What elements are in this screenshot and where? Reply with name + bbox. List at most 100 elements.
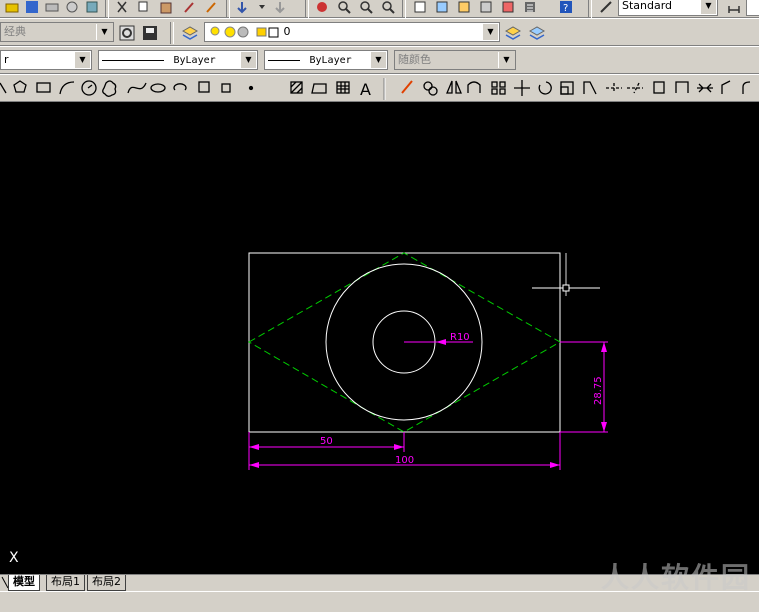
copy-clip-icon[interactable] — [134, 0, 154, 17]
chamfer-icon — [721, 80, 731, 94]
insert-block-icon — [198, 81, 210, 93]
half-width-label: 50 — [320, 436, 333, 447]
ucs-x-axis-label: X — [9, 550, 19, 566]
workspace-layer-toolbar: 经典 ▼ 0 ▼ — [0, 18, 759, 46]
undo-icon[interactable] — [232, 0, 252, 17]
sheet-set-icon[interactable] — [476, 0, 496, 17]
text-style-icon[interactable] — [596, 0, 616, 17]
ellipse-icon — [150, 83, 166, 93]
arc-icon — [59, 81, 75, 95]
offset-icon — [467, 81, 481, 93]
join-icon — [697, 83, 713, 93]
height-label: 28.75 — [593, 376, 604, 405]
color-control-select[interactable]: r ▼ — [0, 50, 92, 70]
dimension-style-select[interactable] — [746, 0, 759, 16]
plot-style-value: 随颜色 — [398, 53, 431, 66]
make-object-layer-current-icon[interactable] — [503, 23, 523, 43]
cut-icon[interactable] — [112, 0, 132, 17]
linetype-control-select[interactable]: ByLayer ▼ — [98, 50, 258, 70]
watermark: 人人软件园 — [600, 561, 751, 594]
workspace-select[interactable]: 经典 ▼ — [0, 22, 114, 42]
svg-text:?: ? — [563, 3, 568, 14]
lineweight-control-select[interactable]: ByLayer ▼ — [264, 50, 388, 70]
print-icon[interactable] — [42, 0, 62, 17]
copy-icon — [423, 81, 433, 91]
pan-realtime-icon[interactable] — [312, 0, 332, 17]
drawing-canvas[interactable]: R10 28.75 50 100 — [0, 102, 759, 574]
tab-layout1[interactable]: 布局1 — [46, 575, 85, 591]
rectangle-icon — [36, 82, 51, 93]
array-icon — [491, 81, 498, 88]
help-icon[interactable]: ? — [556, 0, 576, 17]
chevron-down-icon[interactable]: ▼ — [240, 52, 256, 68]
block-editor-icon[interactable] — [202, 0, 222, 17]
standard-toolbar: ? Standard ▼ — [0, 0, 759, 18]
chevron-down-icon[interactable]: ▼ — [482, 24, 498, 40]
construction-line-icon — [0, 82, 7, 94]
multiline-text-icon: A — [360, 80, 371, 99]
plot-preview-icon[interactable] — [62, 0, 82, 17]
color-value: r — [4, 53, 9, 66]
layer-previous-icon[interactable] — [527, 23, 547, 43]
tab-layout2[interactable]: 布局2 — [87, 575, 126, 591]
save-icon[interactable] — [22, 0, 42, 17]
chevron-down-icon[interactable]: ▼ — [370, 52, 386, 68]
ellipse-arc-icon — [173, 83, 187, 91]
lineweight-value: ByLayer — [309, 55, 352, 66]
match-properties-icon[interactable] — [180, 0, 200, 17]
lineweight-preview — [268, 59, 300, 61]
fillet-icon — [742, 81, 751, 94]
polygon-icon — [13, 80, 27, 93]
make-block-icon — [221, 83, 231, 93]
scale-icon — [560, 81, 574, 95]
zoom-previous-icon[interactable] — [378, 0, 398, 17]
save-workspace-icon[interactable] — [140, 23, 160, 43]
rotate-icon — [538, 81, 552, 95]
tool-palettes-icon[interactable] — [454, 0, 474, 17]
linetype-preview — [102, 59, 164, 61]
chevron-down-icon[interactable]: ▼ — [96, 24, 112, 40]
chevron-down-icon[interactable]: ▼ — [74, 52, 90, 68]
undo-dropdown-icon[interactable] — [252, 0, 272, 17]
workspace-settings-icon[interactable] — [117, 23, 137, 43]
publish-icon[interactable] — [82, 0, 102, 17]
design-center-icon[interactable] — [432, 0, 452, 17]
erase-icon — [401, 80, 413, 94]
redo-icon[interactable] — [270, 0, 290, 17]
quickcalc-icon[interactable] — [520, 0, 540, 17]
properties-icon[interactable] — [410, 0, 430, 17]
table-icon — [336, 81, 350, 94]
trim-icon — [606, 83, 622, 93]
open-icon[interactable] — [2, 0, 22, 17]
point-icon — [248, 85, 254, 91]
move-icon — [514, 80, 530, 96]
extend-icon — [627, 82, 643, 94]
dimension-style-icon[interactable] — [724, 0, 744, 17]
full-width-label: 100 — [395, 455, 414, 466]
layer-properties-icon[interactable] — [180, 23, 200, 43]
text-style-value: Standard — [622, 0, 673, 12]
text-style-select[interactable]: Standard ▼ — [618, 0, 718, 16]
plot-style-select[interactable]: 随颜色 ▼ — [394, 50, 516, 70]
radius-label: R10 — [450, 332, 470, 343]
draw-modify-toolbar: A — [0, 74, 759, 102]
break-at-point-icon — [653, 81, 665, 94]
spline-icon — [127, 82, 147, 94]
layer-state-icons — [208, 23, 280, 41]
revision-cloud-icon — [102, 80, 117, 97]
draw-modify-icons: A — [0, 78, 751, 100]
layer-name-value: 0 — [283, 25, 291, 38]
markup-icon[interactable] — [498, 0, 518, 17]
zoom-realtime-icon[interactable] — [334, 0, 354, 17]
mirror-icon — [446, 80, 462, 94]
linetype-value: ByLayer — [173, 55, 216, 66]
chevron-down-icon[interactable]: ▼ — [700, 0, 716, 14]
layer-select[interactable]: 0 ▼ — [204, 22, 500, 42]
zoom-window-icon[interactable] — [356, 0, 376, 17]
break-icon — [675, 81, 689, 93]
properties-toolbar: r ▼ ByLayer ▼ ByLayer ▼ 随颜色 ▼ — [0, 46, 759, 74]
tab-model[interactable]: 模型 — [8, 575, 40, 591]
paste-icon[interactable] — [156, 0, 176, 17]
region-icon — [311, 83, 327, 94]
chevron-down-icon[interactable]: ▼ — [498, 52, 514, 68]
